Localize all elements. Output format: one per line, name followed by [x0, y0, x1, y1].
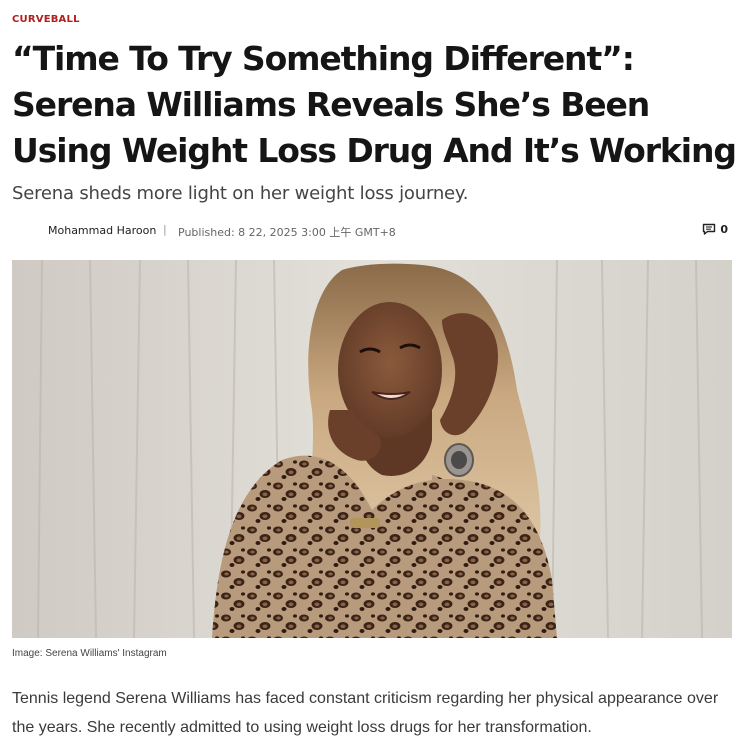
article-subtitle: Serena sheds more light on her weight lo… [12, 183, 469, 204]
comments-link[interactable]: 0 [702, 222, 728, 236]
article-headline: “Time To Try Something Different”: Seren… [12, 39, 737, 170]
category-label[interactable]: CURVEBALL [12, 14, 80, 25]
comment-bubble-icon [702, 222, 716, 236]
byline: Mohammad Haroon | Published: 8 22, 2025 … [12, 222, 728, 240]
comment-count: 0 [720, 222, 728, 236]
author-name[interactable]: Mohammad Haroon [48, 224, 156, 237]
image-caption: Image: Serena Williams' Instagram [12, 648, 167, 659]
hero-image [12, 260, 732, 638]
article-body-paragraph: Tennis legend Serena Williams has faced … [12, 690, 719, 736]
publish-date: Published: 8 22, 2025 3:00 上午 GMT+8 [178, 226, 396, 239]
byline-separator: | [163, 223, 167, 236]
